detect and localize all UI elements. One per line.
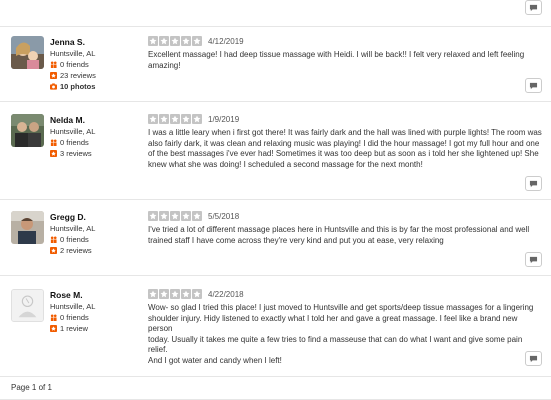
star-badge-icon	[50, 247, 57, 254]
star-icon	[148, 211, 158, 221]
star-icon	[181, 36, 191, 46]
star-icon	[170, 36, 180, 46]
star-icon	[192, 114, 202, 124]
star-icon	[181, 211, 191, 221]
speech-bubble-icon	[529, 180, 538, 187]
star-rating	[148, 211, 203, 221]
comment-button[interactable]	[525, 351, 542, 366]
star-icon	[159, 114, 169, 124]
divider	[0, 376, 551, 377]
friends-count: 0 friends	[50, 60, 96, 69]
reviews-count: 3 reviews	[50, 149, 95, 158]
avatar[interactable]	[11, 289, 44, 322]
star-icon	[192, 289, 202, 299]
star-icon	[181, 114, 191, 124]
reviews-count: 1 review	[50, 324, 95, 333]
star-icon	[159, 211, 169, 221]
avatar[interactable]	[11, 36, 44, 69]
speech-bubble-icon	[529, 4, 538, 11]
star-rating	[148, 114, 203, 124]
user-location: Huntsville, AL	[50, 127, 96, 136]
reviews-count: 2 reviews	[50, 246, 95, 255]
star-badge-icon	[50, 325, 57, 332]
review-date: 4/12/2019	[208, 37, 244, 46]
pagination-label: Page 1 of 1	[11, 383, 52, 392]
review-date: 5/5/2018	[208, 212, 240, 221]
star-icon	[148, 289, 158, 299]
friends-icon	[50, 236, 57, 243]
avatar[interactable]	[11, 114, 44, 147]
user-name[interactable]: Rose M.	[50, 290, 95, 300]
divider	[0, 101, 551, 102]
review-date: 4/22/2018	[208, 290, 244, 299]
friends-count: 0 friends	[50, 313, 95, 322]
speech-bubble-icon	[529, 82, 538, 89]
divider	[0, 26, 551, 27]
star-icon	[159, 289, 169, 299]
friends-icon	[50, 61, 57, 68]
user-name[interactable]: Nelda M.	[50, 115, 95, 125]
friends-icon	[50, 139, 57, 146]
comment-button[interactable]	[525, 0, 542, 15]
divider	[0, 275, 551, 276]
speech-bubble-icon	[529, 256, 538, 263]
user-location: Huntsville, AL	[50, 224, 96, 233]
star-icon	[181, 289, 191, 299]
review-date: 1/9/2019	[208, 115, 240, 124]
default-avatar-icon	[12, 290, 43, 321]
star-icon	[192, 36, 202, 46]
user-location: Huntsville, AL	[50, 49, 96, 58]
star-icon	[148, 36, 158, 46]
camera-icon	[50, 83, 57, 90]
photos-count: 10 photos	[50, 82, 96, 91]
review-text: I've tried a lot of different massage pl…	[148, 225, 530, 245]
user-name[interactable]: Jenna S.	[50, 37, 96, 47]
reviews-count: 23 reviews	[50, 71, 96, 80]
star-icon	[170, 114, 180, 124]
star-icon	[159, 36, 169, 46]
friends-icon	[50, 314, 57, 321]
comment-button[interactable]	[525, 78, 542, 93]
divider	[0, 199, 551, 200]
comment-button[interactable]	[525, 176, 542, 191]
user-location: Huntsville, AL	[50, 302, 96, 311]
user-name[interactable]: Gregg D.	[50, 212, 95, 222]
star-badge-icon	[50, 72, 57, 79]
friends-count: 0 friends	[50, 138, 95, 147]
star-icon	[192, 211, 202, 221]
star-badge-icon	[50, 150, 57, 157]
review-text: Wow- so glad I tried this place! I just …	[148, 303, 534, 365]
star-icon	[170, 289, 180, 299]
speech-bubble-icon	[529, 355, 538, 362]
comment-button[interactable]	[525, 252, 542, 267]
review-text: Excellent massage! I had deep tissue mas…	[148, 50, 525, 70]
friends-count: 0 friends	[50, 235, 95, 244]
avatar[interactable]	[11, 211, 44, 244]
star-icon	[170, 211, 180, 221]
review-text: I was a little leary when i first got th…	[148, 128, 542, 169]
star-icon	[148, 114, 158, 124]
star-rating	[148, 36, 203, 46]
star-rating	[148, 289, 203, 299]
